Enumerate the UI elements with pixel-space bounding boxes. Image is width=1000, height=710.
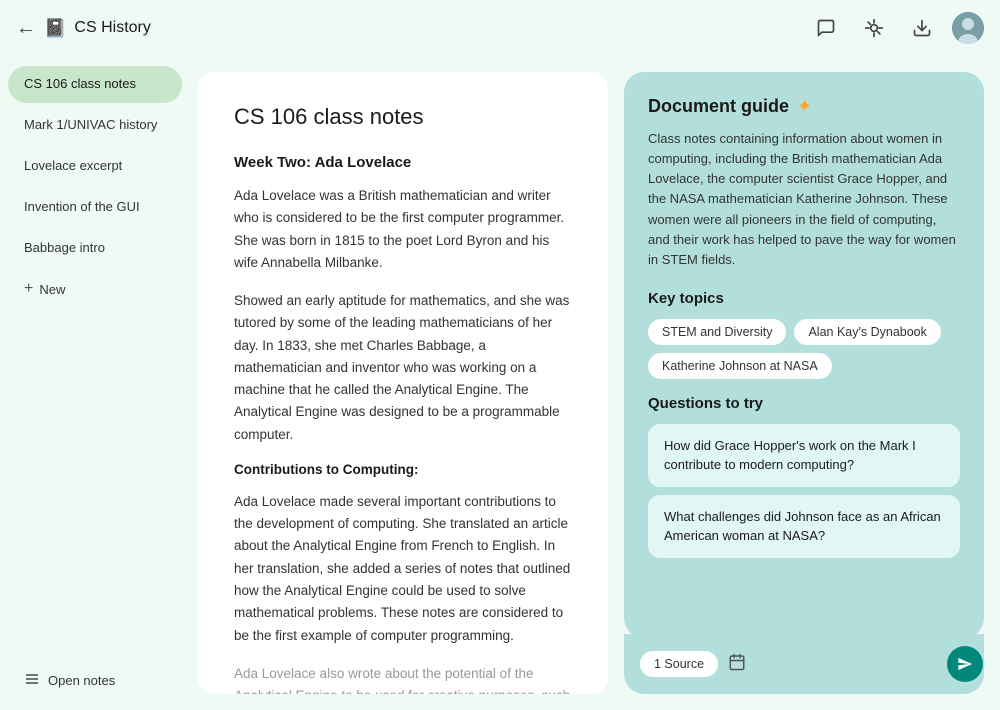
- sidebar-item-mark1[interactable]: Mark 1/UNIVAC history: [8, 107, 182, 144]
- back-icon[interactable]: ←: [16, 17, 36, 40]
- sidebar-spacer: [0, 310, 190, 659]
- notebook-icon: 📓: [44, 18, 66, 39]
- doc-para-1: Ada Lovelace was a British mathematician…: [234, 185, 572, 274]
- topics-row-2: Katherine Johnson at NASA: [648, 353, 960, 379]
- open-notes-label: Open notes: [48, 673, 115, 688]
- send-button[interactable]: [947, 646, 983, 682]
- sidebar: CS 106 class notes Mark 1/UNIVAC history…: [0, 56, 190, 710]
- input-bar: 1 Source: [624, 634, 984, 694]
- sidebar-new-button[interactable]: + New: [8, 270, 182, 308]
- source-badge[interactable]: 1 Source: [640, 651, 718, 677]
- open-notes-button[interactable]: Open notes: [8, 661, 182, 700]
- content-area: CS 106 class notes Week Two: Ada Lovelac…: [190, 56, 1000, 710]
- doc-para-4: Ada Lovelace also wrote about the potent…: [234, 663, 572, 694]
- topic-chip-alan[interactable]: Alan Kay's Dynabook: [794, 319, 940, 345]
- sidebar-item-babbage[interactable]: Babbage intro: [8, 230, 182, 267]
- guide-description: Class notes containing information about…: [648, 129, 960, 270]
- topbar: ← 📓 CS History: [0, 0, 1000, 56]
- bug-icon-btn[interactable]: [856, 10, 892, 46]
- topbar-left: ← 📓 CS History: [16, 17, 800, 40]
- topic-chip-stem[interactable]: STEM and Diversity: [648, 319, 786, 345]
- avatar[interactable]: [952, 12, 984, 44]
- list-icon: [24, 671, 40, 690]
- guide-card-inner: Class notes containing information about…: [648, 129, 960, 618]
- question-card-1[interactable]: How did Grace Hopper's work on the Mark …: [648, 424, 960, 487]
- app-title: CS History: [74, 19, 150, 37]
- doc-title: CS 106 class notes: [234, 104, 572, 130]
- calendar-icon[interactable]: [728, 653, 746, 676]
- chat-icon-btn[interactable]: [808, 10, 844, 46]
- key-topics-title: Key topics: [648, 290, 960, 307]
- doc-section-contributions: Contributions to Computing:: [234, 462, 572, 477]
- guide-header: Document guide ✦: [648, 96, 960, 117]
- chat-input[interactable]: [756, 656, 937, 672]
- right-panel: Document guide ✦ Class notes containing …: [624, 72, 984, 694]
- doc-panel: CS 106 class notes Week Two: Ada Lovelac…: [198, 72, 608, 694]
- guide-card: Document guide ✦ Class notes containing …: [624, 72, 984, 638]
- guide-star-icon: ✦: [797, 96, 812, 117]
- doc-para-2: Showed an early aptitude for mathematics…: [234, 290, 572, 446]
- questions-title: Questions to try: [648, 395, 960, 412]
- guide-title: Document guide: [648, 96, 789, 117]
- plus-icon: +: [24, 280, 33, 298]
- topic-chip-katherine[interactable]: Katherine Johnson at NASA: [648, 353, 832, 379]
- new-label: New: [39, 282, 65, 297]
- sidebar-item-cs106[interactable]: CS 106 class notes: [8, 66, 182, 103]
- topics-row: STEM and Diversity Alan Kay's Dynabook: [648, 319, 960, 345]
- share-icon-btn[interactable]: [904, 10, 940, 46]
- topbar-right: [808, 10, 984, 46]
- sidebar-item-gui[interactable]: Invention of the GUI: [8, 189, 182, 226]
- question-card-2[interactable]: What challenges did Johnson face as an A…: [648, 495, 960, 558]
- doc-para-3: Ada Lovelace made several important cont…: [234, 491, 572, 647]
- main-layout: CS 106 class notes Mark 1/UNIVAC history…: [0, 56, 1000, 710]
- sidebar-item-lovelace[interactable]: Lovelace excerpt: [8, 148, 182, 185]
- doc-week-heading: Week Two: Ada Lovelace: [234, 154, 572, 171]
